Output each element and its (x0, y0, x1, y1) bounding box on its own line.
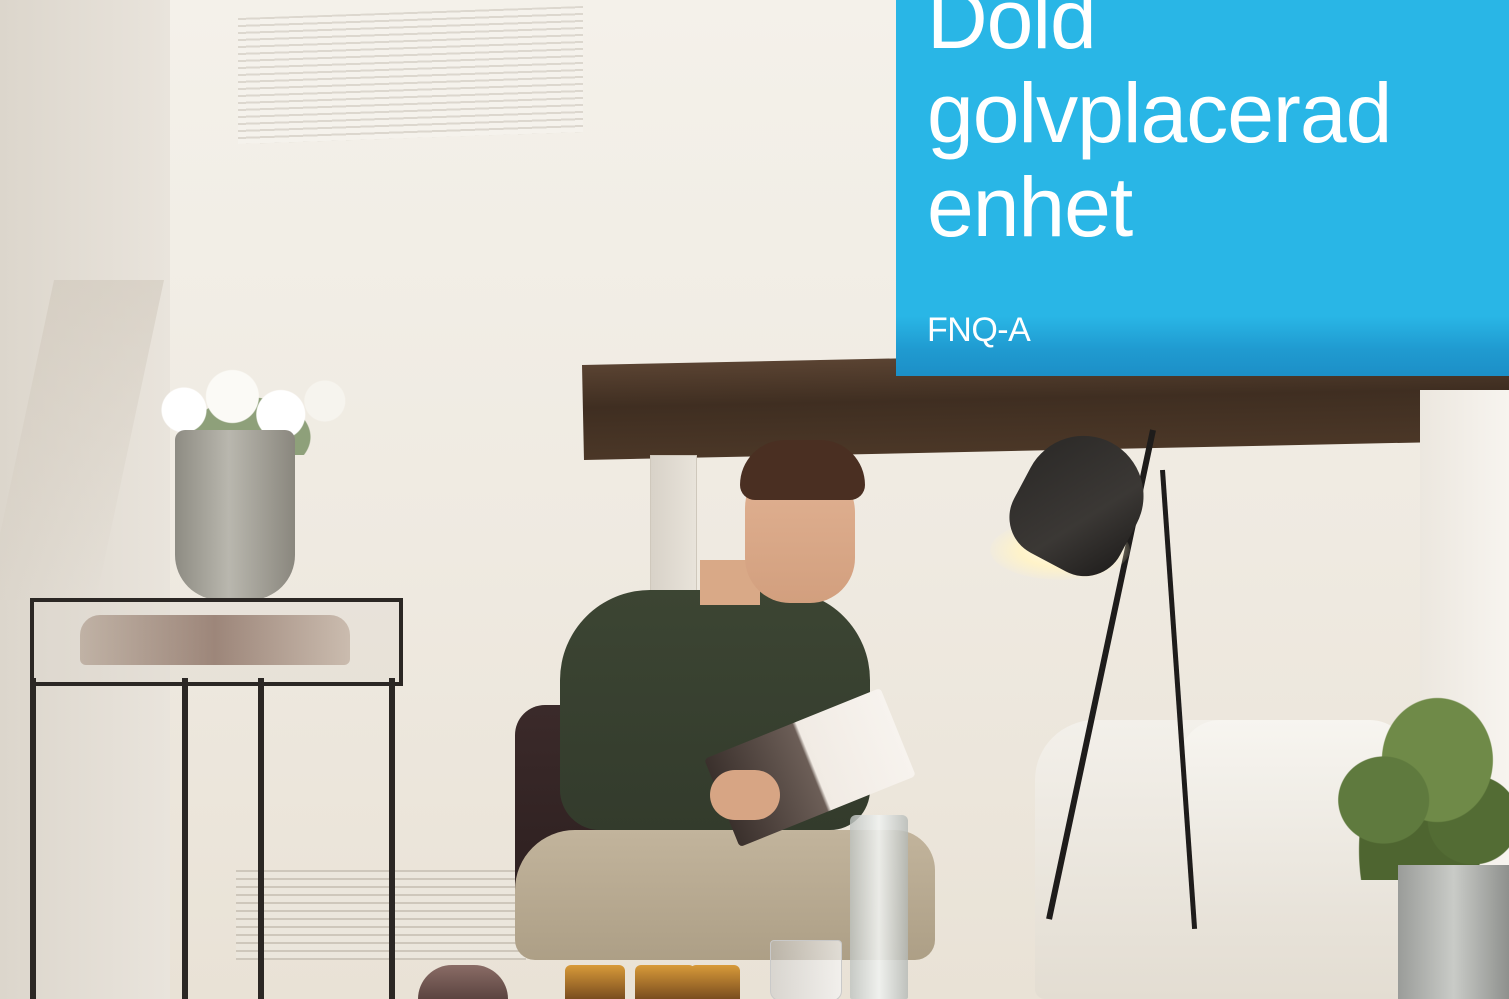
title-line: golvplacerad (927, 66, 1392, 160)
vase (175, 430, 295, 600)
drinking-glass (770, 940, 842, 999)
potted-plant (1330, 680, 1509, 880)
title-line: enhet (927, 160, 1133, 254)
person-hair (740, 440, 865, 500)
water-bottle (850, 815, 908, 999)
title-line: Dold (927, 0, 1097, 66)
table-leg (258, 678, 264, 999)
table-leg (182, 678, 188, 999)
title-panel: Dold golvplacerad enhet FNQ-A (896, 0, 1509, 376)
tealight-candle (635, 965, 695, 999)
table-leg (389, 678, 395, 999)
bowl (418, 965, 508, 999)
floor-air-grille (236, 870, 526, 960)
model-code: FNQ-A (927, 311, 1031, 349)
tealight-candle (565, 965, 625, 999)
brochure-cover-page: Dold golvplacerad enhet FNQ-A (0, 0, 1509, 999)
plant-pot (1398, 865, 1509, 999)
table-leg (30, 678, 36, 999)
tealight-candle (690, 965, 740, 999)
ceiling-air-grille (238, 5, 583, 145)
page-title: Dold golvplacerad enhet (927, 0, 1497, 254)
table-display-items (80, 615, 350, 665)
person-hand (710, 770, 780, 820)
